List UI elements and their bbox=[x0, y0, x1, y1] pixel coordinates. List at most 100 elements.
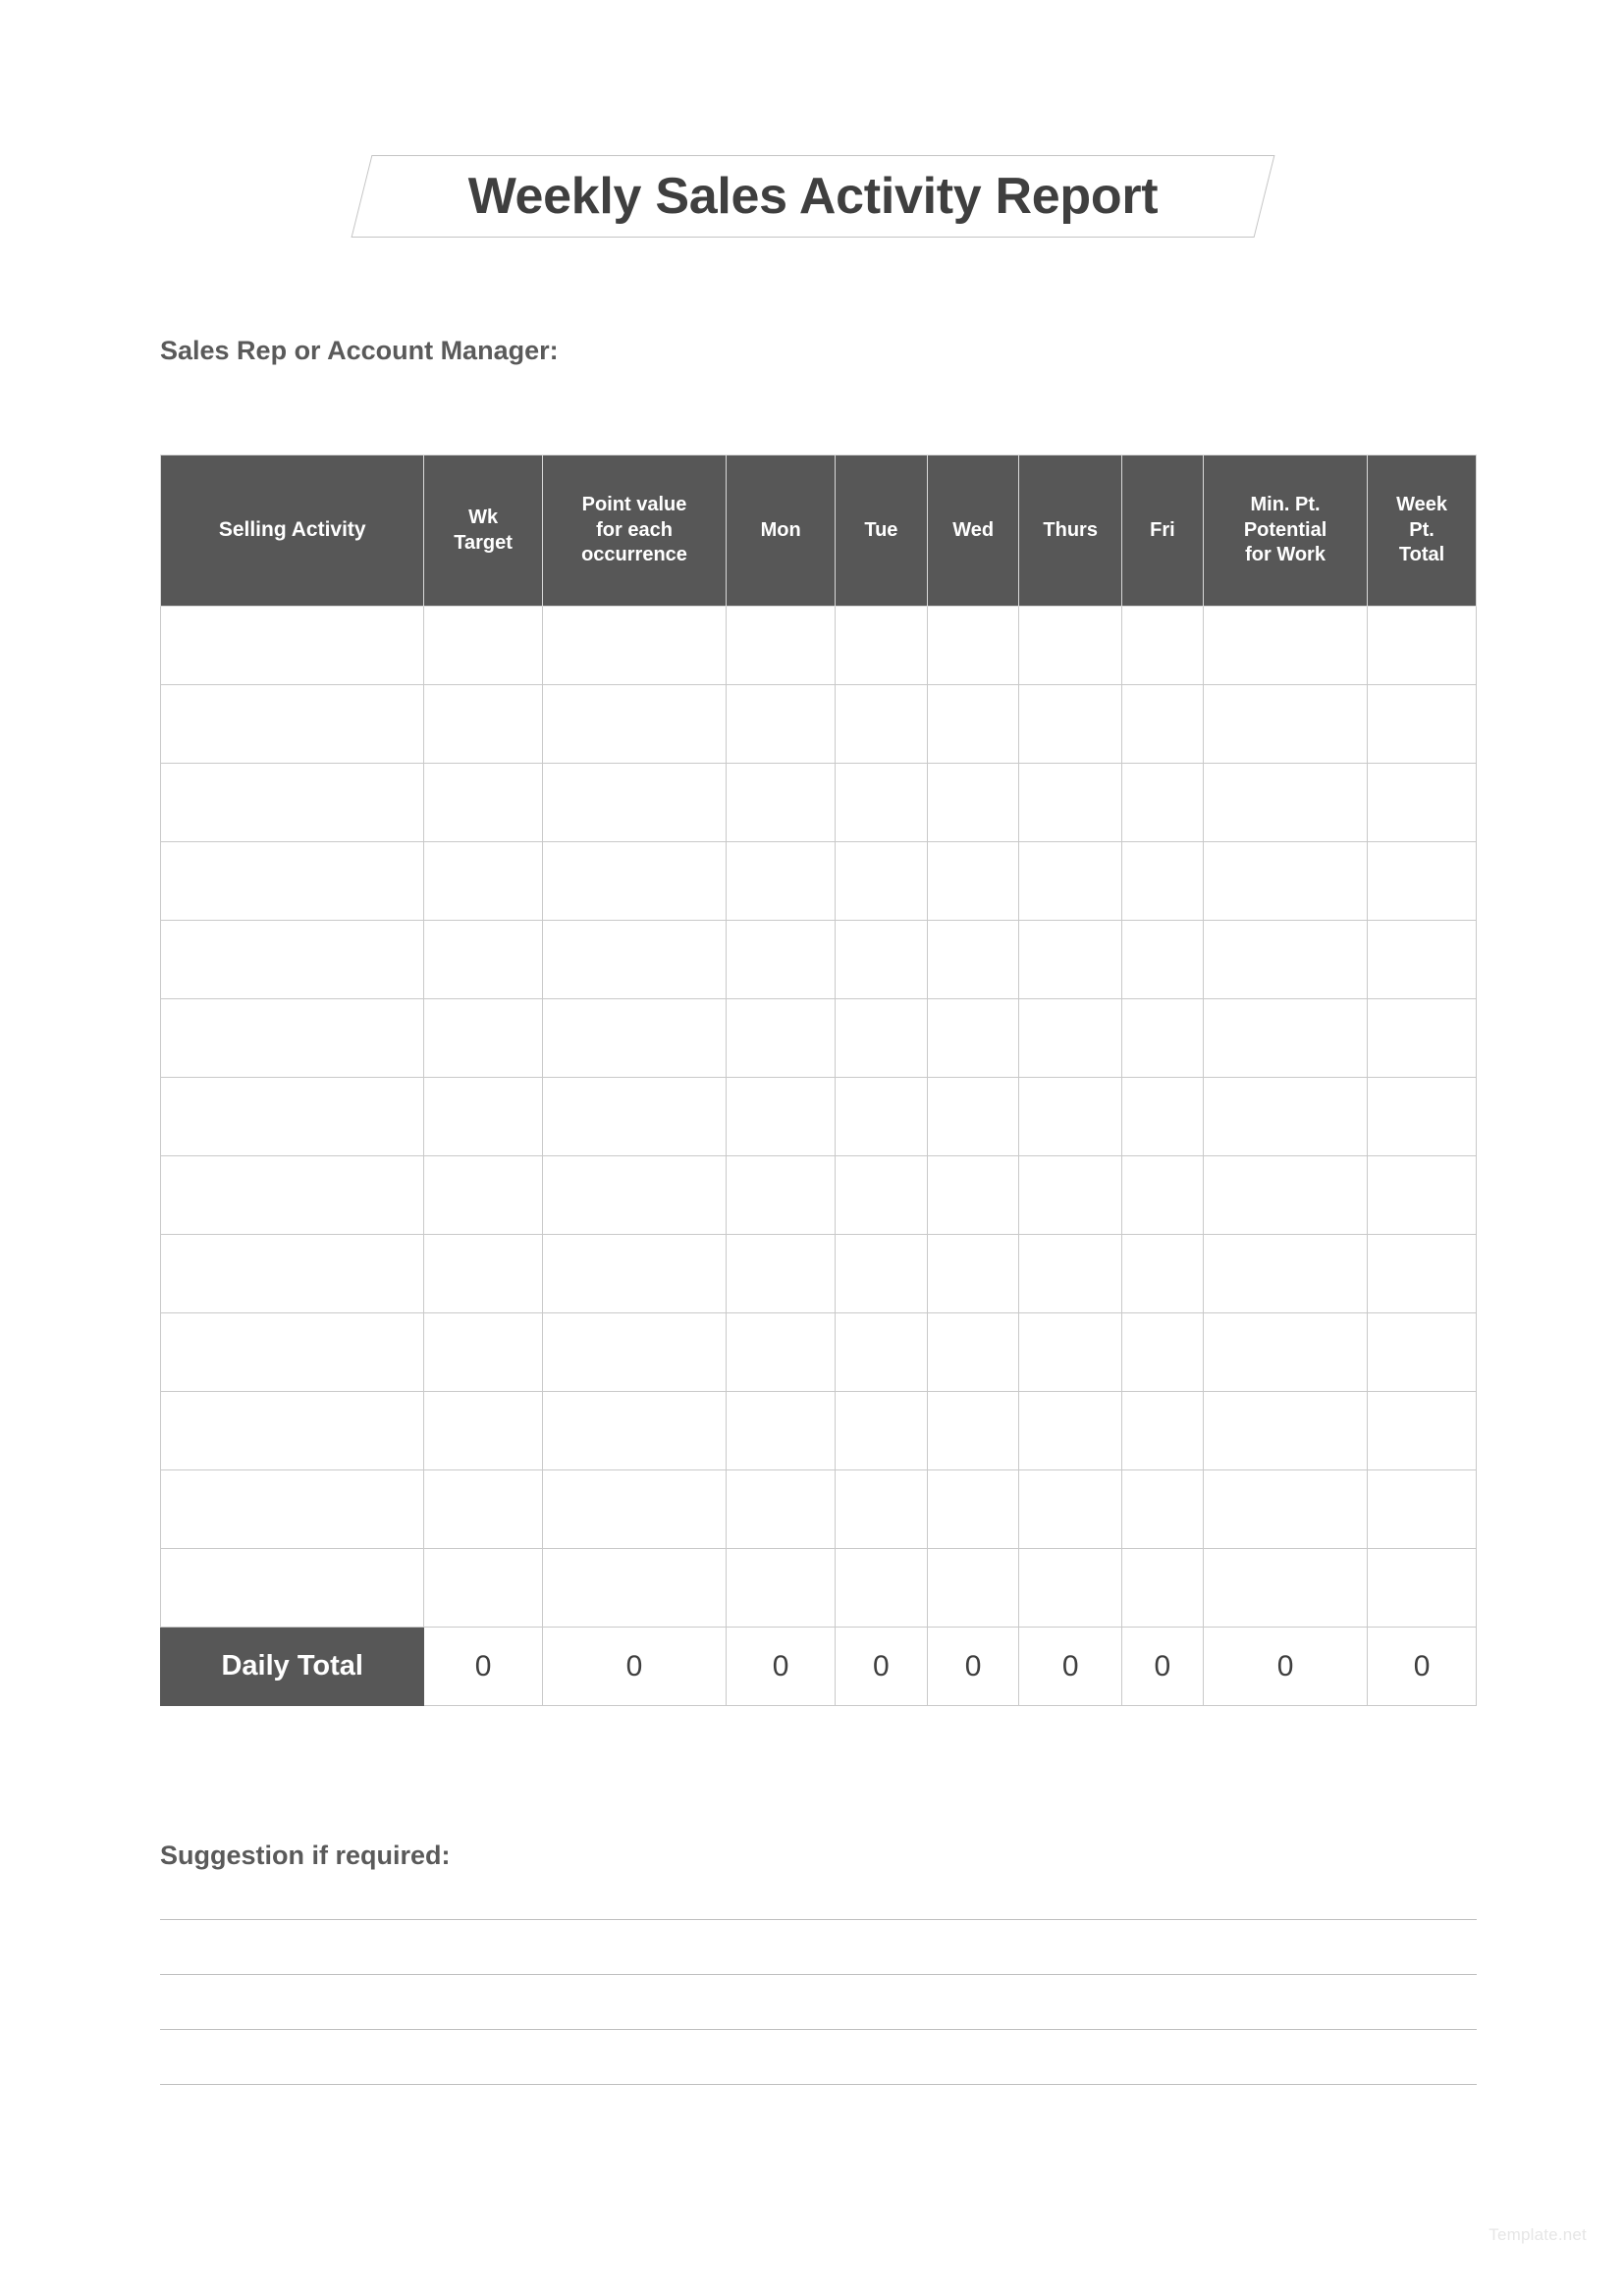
table-cell-week_pt[interactable] bbox=[1367, 1077, 1477, 1156]
table-cell-wed[interactable] bbox=[926, 606, 1020, 685]
table-cell-week_pt[interactable] bbox=[1367, 1155, 1477, 1235]
table-cell-wk_target[interactable] bbox=[423, 1548, 543, 1628]
table-cell-point_value[interactable] bbox=[541, 606, 728, 685]
table-cell-mon[interactable] bbox=[726, 606, 837, 685]
table-cell-thurs[interactable] bbox=[1018, 606, 1122, 685]
table-cell-fri[interactable] bbox=[1120, 1234, 1204, 1313]
table-cell-tue[interactable] bbox=[835, 920, 928, 999]
table-cell-wed[interactable] bbox=[926, 684, 1020, 764]
table-cell-thurs[interactable] bbox=[1018, 1234, 1122, 1313]
table-cell-tue[interactable] bbox=[835, 606, 928, 685]
table-cell-activity[interactable] bbox=[159, 920, 425, 999]
table-cell-wed[interactable] bbox=[926, 1312, 1020, 1392]
table-cell-min_pt[interactable] bbox=[1202, 606, 1369, 685]
table-cell-mon[interactable] bbox=[726, 1155, 837, 1235]
table-cell-min_pt[interactable] bbox=[1202, 1469, 1369, 1549]
table-cell-tue[interactable] bbox=[835, 1312, 928, 1392]
table-cell-point_value[interactable] bbox=[541, 1391, 728, 1470]
table-cell-thurs[interactable] bbox=[1018, 1312, 1122, 1392]
table-cell-mon[interactable] bbox=[726, 684, 837, 764]
table-cell-point_value[interactable] bbox=[541, 998, 728, 1078]
table-cell-week_pt[interactable] bbox=[1367, 763, 1477, 842]
table-cell-activity[interactable] bbox=[159, 1312, 425, 1392]
table-cell-wed[interactable] bbox=[926, 1077, 1020, 1156]
table-cell-wed[interactable] bbox=[926, 1234, 1020, 1313]
table-cell-wk_target[interactable] bbox=[423, 684, 543, 764]
table-cell-tue[interactable] bbox=[835, 1548, 928, 1628]
table-cell-activity[interactable] bbox=[159, 1234, 425, 1313]
table-cell-wk_target[interactable] bbox=[423, 841, 543, 921]
table-cell-point_value[interactable] bbox=[541, 763, 728, 842]
table-cell-thurs[interactable] bbox=[1018, 1155, 1122, 1235]
table-cell-fri[interactable] bbox=[1120, 998, 1204, 1078]
table-cell-fri[interactable] bbox=[1120, 684, 1204, 764]
table-cell-activity[interactable] bbox=[159, 1548, 425, 1628]
table-cell-tue[interactable] bbox=[835, 998, 928, 1078]
table-cell-wk_target[interactable] bbox=[423, 763, 543, 842]
table-cell-activity[interactable] bbox=[159, 1469, 425, 1549]
table-cell-point_value[interactable] bbox=[541, 1155, 728, 1235]
table-cell-fri[interactable] bbox=[1120, 763, 1204, 842]
table-cell-thurs[interactable] bbox=[1018, 684, 1122, 764]
table-cell-week_pt[interactable] bbox=[1367, 1469, 1477, 1549]
table-cell-fri[interactable] bbox=[1120, 1155, 1204, 1235]
table-cell-week_pt[interactable] bbox=[1367, 1312, 1477, 1392]
table-cell-wed[interactable] bbox=[926, 920, 1020, 999]
table-cell-min_pt[interactable] bbox=[1202, 1234, 1369, 1313]
table-cell-fri[interactable] bbox=[1120, 1469, 1204, 1549]
table-cell-fri[interactable] bbox=[1120, 1312, 1204, 1392]
table-cell-wk_target[interactable] bbox=[423, 1234, 543, 1313]
table-cell-wk_target[interactable] bbox=[423, 1469, 543, 1549]
table-cell-wk_target[interactable] bbox=[423, 920, 543, 999]
table-cell-mon[interactable] bbox=[726, 1077, 837, 1156]
table-cell-mon[interactable] bbox=[726, 1391, 837, 1470]
table-cell-wk_target[interactable] bbox=[423, 1155, 543, 1235]
table-cell-activity[interactable] bbox=[159, 1077, 425, 1156]
table-cell-thurs[interactable] bbox=[1018, 1548, 1122, 1628]
table-cell-thurs[interactable] bbox=[1018, 1391, 1122, 1470]
table-cell-activity[interactable] bbox=[159, 841, 425, 921]
table-cell-mon[interactable] bbox=[726, 1548, 837, 1628]
table-cell-wed[interactable] bbox=[926, 1469, 1020, 1549]
table-cell-wk_target[interactable] bbox=[423, 1391, 543, 1470]
table-cell-min_pt[interactable] bbox=[1202, 684, 1369, 764]
table-cell-week_pt[interactable] bbox=[1367, 1234, 1477, 1313]
table-cell-tue[interactable] bbox=[835, 1077, 928, 1156]
table-cell-point_value[interactable] bbox=[541, 684, 728, 764]
table-cell-min_pt[interactable] bbox=[1202, 1548, 1369, 1628]
table-cell-point_value[interactable] bbox=[541, 1469, 728, 1549]
table-cell-week_pt[interactable] bbox=[1367, 841, 1477, 921]
table-cell-week_pt[interactable] bbox=[1367, 998, 1477, 1078]
suggestion-rule-line[interactable] bbox=[160, 2029, 1477, 2030]
table-cell-week_pt[interactable] bbox=[1367, 1391, 1477, 1470]
table-cell-min_pt[interactable] bbox=[1202, 1155, 1369, 1235]
table-cell-min_pt[interactable] bbox=[1202, 1391, 1369, 1470]
table-cell-mon[interactable] bbox=[726, 1312, 837, 1392]
table-cell-fri[interactable] bbox=[1120, 1077, 1204, 1156]
table-cell-fri[interactable] bbox=[1120, 606, 1204, 685]
table-cell-week_pt[interactable] bbox=[1367, 684, 1477, 764]
table-cell-fri[interactable] bbox=[1120, 1391, 1204, 1470]
table-cell-wk_target[interactable] bbox=[423, 1312, 543, 1392]
table-cell-wed[interactable] bbox=[926, 763, 1020, 842]
table-cell-wk_target[interactable] bbox=[423, 1077, 543, 1156]
table-cell-min_pt[interactable] bbox=[1202, 763, 1369, 842]
table-cell-week_pt[interactable] bbox=[1367, 920, 1477, 999]
table-cell-tue[interactable] bbox=[835, 841, 928, 921]
table-cell-thurs[interactable] bbox=[1018, 998, 1122, 1078]
table-cell-min_pt[interactable] bbox=[1202, 841, 1369, 921]
table-cell-tue[interactable] bbox=[835, 1155, 928, 1235]
table-cell-mon[interactable] bbox=[726, 998, 837, 1078]
table-cell-thurs[interactable] bbox=[1018, 1077, 1122, 1156]
table-cell-wk_target[interactable] bbox=[423, 998, 543, 1078]
table-cell-tue[interactable] bbox=[835, 1391, 928, 1470]
table-cell-mon[interactable] bbox=[726, 920, 837, 999]
table-cell-week_pt[interactable] bbox=[1367, 606, 1477, 685]
table-cell-point_value[interactable] bbox=[541, 1312, 728, 1392]
table-cell-wk_target[interactable] bbox=[423, 606, 543, 685]
table-cell-thurs[interactable] bbox=[1018, 763, 1122, 842]
table-cell-thurs[interactable] bbox=[1018, 920, 1122, 999]
table-cell-thurs[interactable] bbox=[1018, 841, 1122, 921]
table-cell-mon[interactable] bbox=[726, 841, 837, 921]
table-cell-fri[interactable] bbox=[1120, 920, 1204, 999]
